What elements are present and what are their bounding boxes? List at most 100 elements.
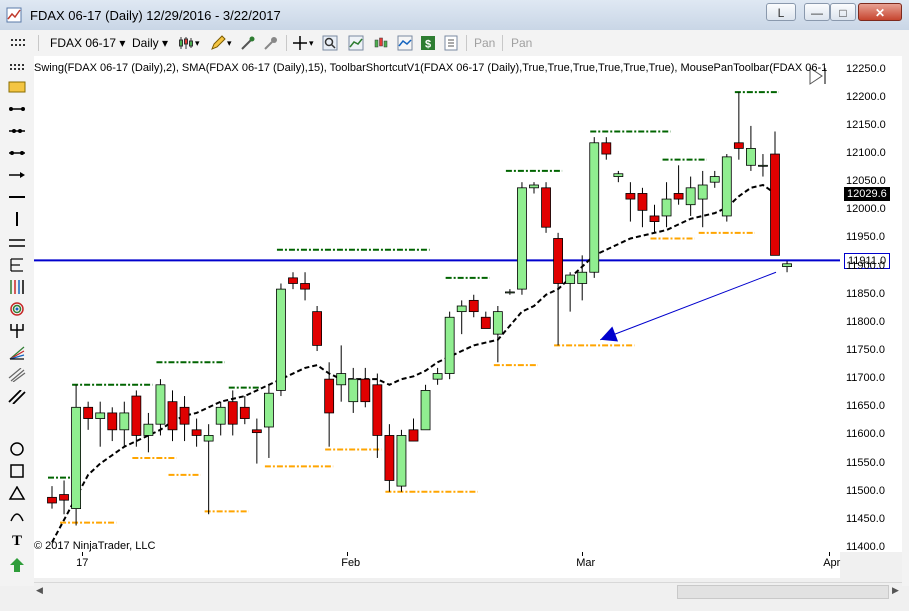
- arrow-line-icon[interactable]: [8, 168, 26, 182]
- candle-body: [420, 390, 431, 431]
- candle-body: [131, 395, 142, 436]
- ray-line-icon[interactable]: [8, 102, 26, 116]
- interval-selector[interactable]: Daily ▾: [132, 34, 168, 52]
- time-axis[interactable]: 17 Feb Mar Apr: [34, 552, 840, 578]
- fibonacci-circle-icon[interactable]: [8, 302, 26, 316]
- andrews-pitchfork-icon[interactable]: [8, 324, 26, 338]
- candle: [758, 154, 768, 177]
- text-icon[interactable]: T: [8, 532, 26, 546]
- candle: [589, 137, 600, 278]
- candle: [492, 306, 503, 363]
- candle-body: [480, 316, 491, 329]
- candle-body: [227, 401, 238, 425]
- pencil-icon[interactable]: [210, 35, 226, 51]
- candle-body: [746, 148, 756, 166]
- chart-properties-icon[interactable]: [397, 35, 413, 51]
- pan-button[interactable]: Pan: [511, 34, 532, 52]
- regression-channel-icon[interactable]: [8, 368, 26, 382]
- candle: [167, 390, 178, 442]
- grip-icon: [11, 39, 25, 46]
- triangle-icon[interactable]: [8, 486, 26, 500]
- arc-icon[interactable]: [8, 508, 26, 522]
- arrow-drawing[interactable]: [600, 271, 777, 342]
- chart-panel[interactable]: Swing(FDAX 06-17 (Daily),2), SMA(FDAX 06…: [34, 56, 840, 552]
- candle: [288, 272, 298, 290]
- snap-icon[interactable]: [263, 35, 279, 51]
- instrument-label: FDAX 06-17: [50, 36, 117, 50]
- candle-body: [541, 187, 551, 228]
- strategies-icon[interactable]: [373, 35, 389, 51]
- ruler-icon[interactable]: [8, 80, 26, 94]
- y-tick-label: 11500.0: [846, 484, 885, 497]
- candle: [613, 170, 624, 183]
- maximize-button[interactable]: □: [830, 3, 856, 21]
- scroll-left-arrow-icon[interactable]: ◀: [36, 585, 43, 596]
- price-plot[interactable]: [34, 56, 840, 552]
- candle-body: [613, 173, 624, 177]
- candle-body: [215, 406, 226, 425]
- candle: [83, 401, 94, 430]
- candle-body: [456, 305, 467, 313]
- rectangle-icon[interactable]: [8, 464, 26, 478]
- price-axis[interactable]: 12029.6 11911.0 12250.0 12200.0 12150.0 121…: [840, 56, 902, 553]
- candle: [396, 429, 407, 492]
- parallel-lines-icon[interactable]: [8, 236, 26, 250]
- horizontal-line-icon[interactable]: [8, 190, 26, 204]
- fibonacci-time-icon[interactable]: [8, 280, 26, 294]
- vertical-line-icon[interactable]: [8, 212, 26, 226]
- candle: [203, 424, 214, 515]
- magic-wand-icon[interactable]: [240, 35, 256, 51]
- candle: [107, 407, 118, 442]
- gann-fan-icon[interactable]: [8, 346, 26, 360]
- candle: [504, 289, 515, 295]
- indicators-icon[interactable]: [348, 35, 364, 51]
- candle: [480, 311, 491, 329]
- y-tick-label: 12100.0: [846, 147, 886, 160]
- chevron-down-icon[interactable]: ▾: [195, 34, 200, 52]
- candle-body: [492, 311, 503, 335]
- close-button[interactable]: ✕: [858, 3, 902, 21]
- candle-body: [143, 423, 154, 436]
- horizontal-scrollbar[interactable]: ◀ ▶: [34, 582, 902, 601]
- candle: [661, 182, 672, 228]
- candle-body: [312, 311, 323, 346]
- ellipse-icon[interactable]: [8, 442, 26, 456]
- y-tick-label: 11650.0: [846, 400, 885, 413]
- fibonacci-extension-icon[interactable]: [8, 258, 26, 272]
- instrument-selector[interactable]: FDAX 06-17 ▾: [50, 34, 125, 52]
- x-tick-label: 17: [76, 557, 89, 569]
- candle-body: [782, 263, 792, 268]
- minimize-button[interactable]: —: [804, 3, 830, 21]
- scrollbar-thumb[interactable]: [677, 585, 889, 599]
- candle: [408, 418, 419, 442]
- x-tick-mark: [347, 552, 349, 556]
- candle-body: [408, 429, 419, 442]
- line-icon[interactable]: [8, 146, 26, 160]
- candle: [456, 300, 467, 335]
- candle-body: [770, 153, 780, 256]
- right-edge: [902, 56, 909, 586]
- extended-line-icon[interactable]: [8, 124, 26, 138]
- y-tick-label: 11400.0: [846, 541, 885, 553]
- dollar-icon[interactable]: $: [420, 35, 436, 51]
- link-button[interactable]: L: [766, 3, 796, 21]
- chart-style-icon[interactable]: [178, 35, 194, 51]
- candle: [384, 424, 395, 492]
- candle: [697, 170, 708, 228]
- candle: [263, 384, 274, 458]
- candle-body: [324, 378, 335, 414]
- pan-button[interactable]: Pan: [474, 34, 495, 52]
- zoom-icon[interactable]: [322, 35, 338, 51]
- candle: [276, 283, 286, 397]
- arrow-up-icon[interactable]: [8, 558, 26, 572]
- y-tick-label: 11600.0: [846, 428, 885, 441]
- data-box-icon[interactable]: [443, 35, 459, 51]
- chevron-down-icon[interactable]: ▾: [227, 34, 232, 52]
- scroll-right-arrow-icon[interactable]: ▶: [892, 585, 899, 596]
- chevron-down-icon[interactable]: ▾: [309, 34, 314, 52]
- trend-channel-icon[interactable]: [8, 390, 26, 404]
- candle: [372, 373, 383, 458]
- candle: [673, 165, 684, 205]
- crosshair-icon[interactable]: [292, 35, 308, 51]
- candle-body: [251, 429, 262, 434]
